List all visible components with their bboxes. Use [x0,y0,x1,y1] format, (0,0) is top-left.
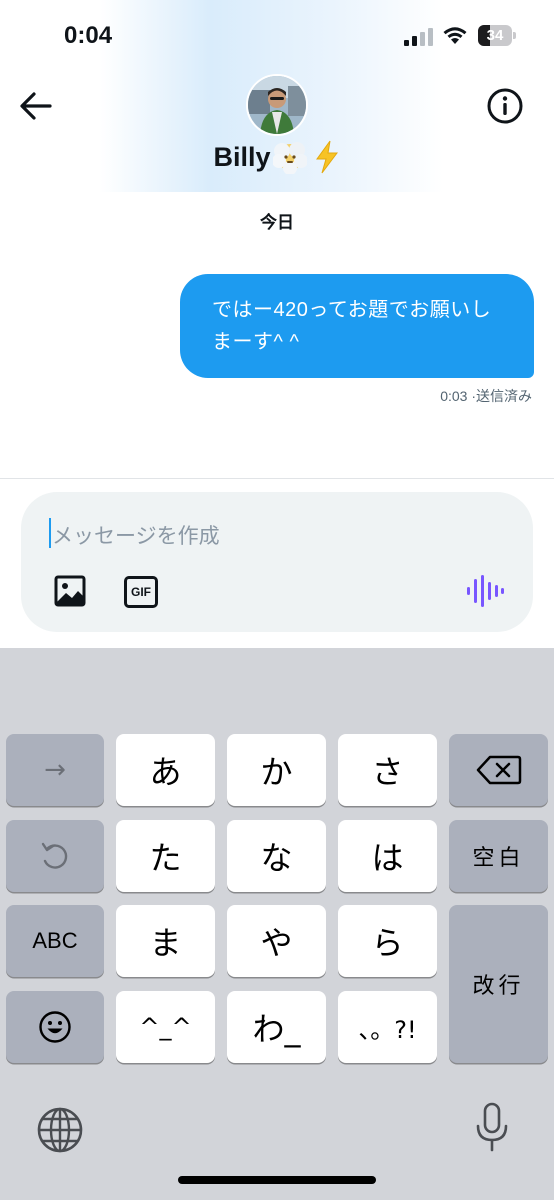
key-ta[interactable]: た [116,820,215,892]
key-wa[interactable]: わ_ [227,991,326,1063]
face-in-clouds-emoji [272,142,307,174]
kaomoji-key-label: ^_^ [139,1013,192,1041]
conversation-header: 0:04 34 Billy [0,0,554,192]
text-caret [49,518,51,548]
undo-icon [41,842,68,869]
space-key[interactable]: 空白 [449,820,548,892]
battery-level: 34 [486,27,504,44]
japanese-kana-keyboard: → あ か さ た な は 空白 ABC ま や ら 改行 ^_^ わ_ 、。?… [0,648,554,1200]
status-time: 0:04 [64,22,113,49]
emoji-key[interactable] [6,991,104,1063]
wifi-icon [443,27,467,44]
contact-name-row[interactable]: Billy [0,140,554,180]
avatar[interactable] [246,74,308,136]
return-key[interactable]: 改行 [449,905,548,1063]
key-na[interactable]: な [227,820,326,892]
message-status: ·送信済み [471,388,532,404]
return-key-label: 改行 [472,974,525,999]
arrow-key-label: → [44,755,66,785]
voice-waveform-icon[interactable] [465,574,505,608]
message-input[interactable]: メッセージを作成 [52,520,220,550]
abc-key[interactable]: ABC [6,905,104,977]
globe-icon[interactable] [36,1106,84,1154]
backspace-icon [476,755,521,785]
key-ha[interactable]: は [338,820,437,892]
smiley-icon [39,1011,71,1043]
battery-indicator: 34 [478,25,516,46]
key-ya[interactable]: や [227,905,326,977]
gif-icon[interactable]: GIF [124,576,158,608]
punctuation-key[interactable]: 、。?! [338,991,437,1063]
status-bar: 0:04 34 [0,0,554,72]
contact-name: Billy [213,141,271,172]
date-separator: 今日 [260,213,294,232]
delete-key[interactable] [449,734,548,806]
avatar-photo [248,76,306,134]
divider [0,478,554,479]
cellular-signal-icon [404,28,433,46]
space-key-label: 空白 [472,846,525,871]
abc-key-label: ABC [32,928,78,953]
arrow-left-icon[interactable] [16,86,56,126]
key-ka[interactable]: か [227,734,326,806]
key-sa[interactable]: さ [338,734,437,806]
message-composer[interactable]: メッセージを作成 GIF [21,492,533,632]
image-icon[interactable] [53,574,87,608]
info-icon[interactable] [486,87,524,125]
key-ra[interactable]: ら [338,905,437,977]
key-ma[interactable]: ま [116,905,215,977]
message-time: 0:03 [440,388,468,404]
home-indicator[interactable] [178,1176,376,1184]
punctuation-key-label: 、。?! [358,1015,417,1044]
message-bubble[interactable]: ではー420ってお題でお願いしまーす^ ^ [180,274,534,378]
arrow-right-key[interactable]: → [6,734,104,806]
message-meta: 0:03 ·送信済み [440,386,532,406]
kaomoji-key[interactable]: ^_^ [116,991,215,1063]
microphone-icon[interactable] [474,1102,510,1154]
high-voltage-emoji [315,140,338,174]
undo-key[interactable] [6,820,104,892]
key-a[interactable]: あ [116,734,215,806]
